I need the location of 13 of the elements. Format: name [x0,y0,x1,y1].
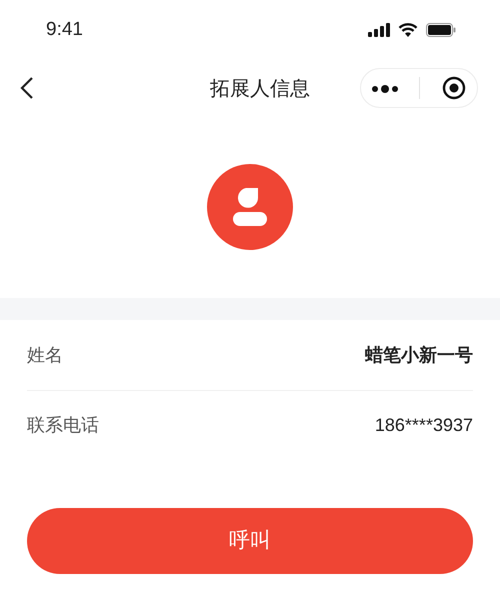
back-icon[interactable] [20,76,34,100]
more-icon[interactable] [372,84,398,93]
call-button[interactable]: 呼叫 [27,508,473,574]
field-label: 联系电话 [27,414,99,438]
close-icon[interactable] [442,76,466,100]
signal-icon [368,23,390,37]
field-value: 186****3937 [374,414,473,437]
field-label: 姓名 [27,344,63,368]
status-time: 9:41 [46,18,83,42]
wifi-icon [398,23,418,37]
page-title: 拓展人信息 [210,75,310,102]
battery-icon [426,23,456,37]
field-value: 蜡笔小新一号 [365,344,473,366]
